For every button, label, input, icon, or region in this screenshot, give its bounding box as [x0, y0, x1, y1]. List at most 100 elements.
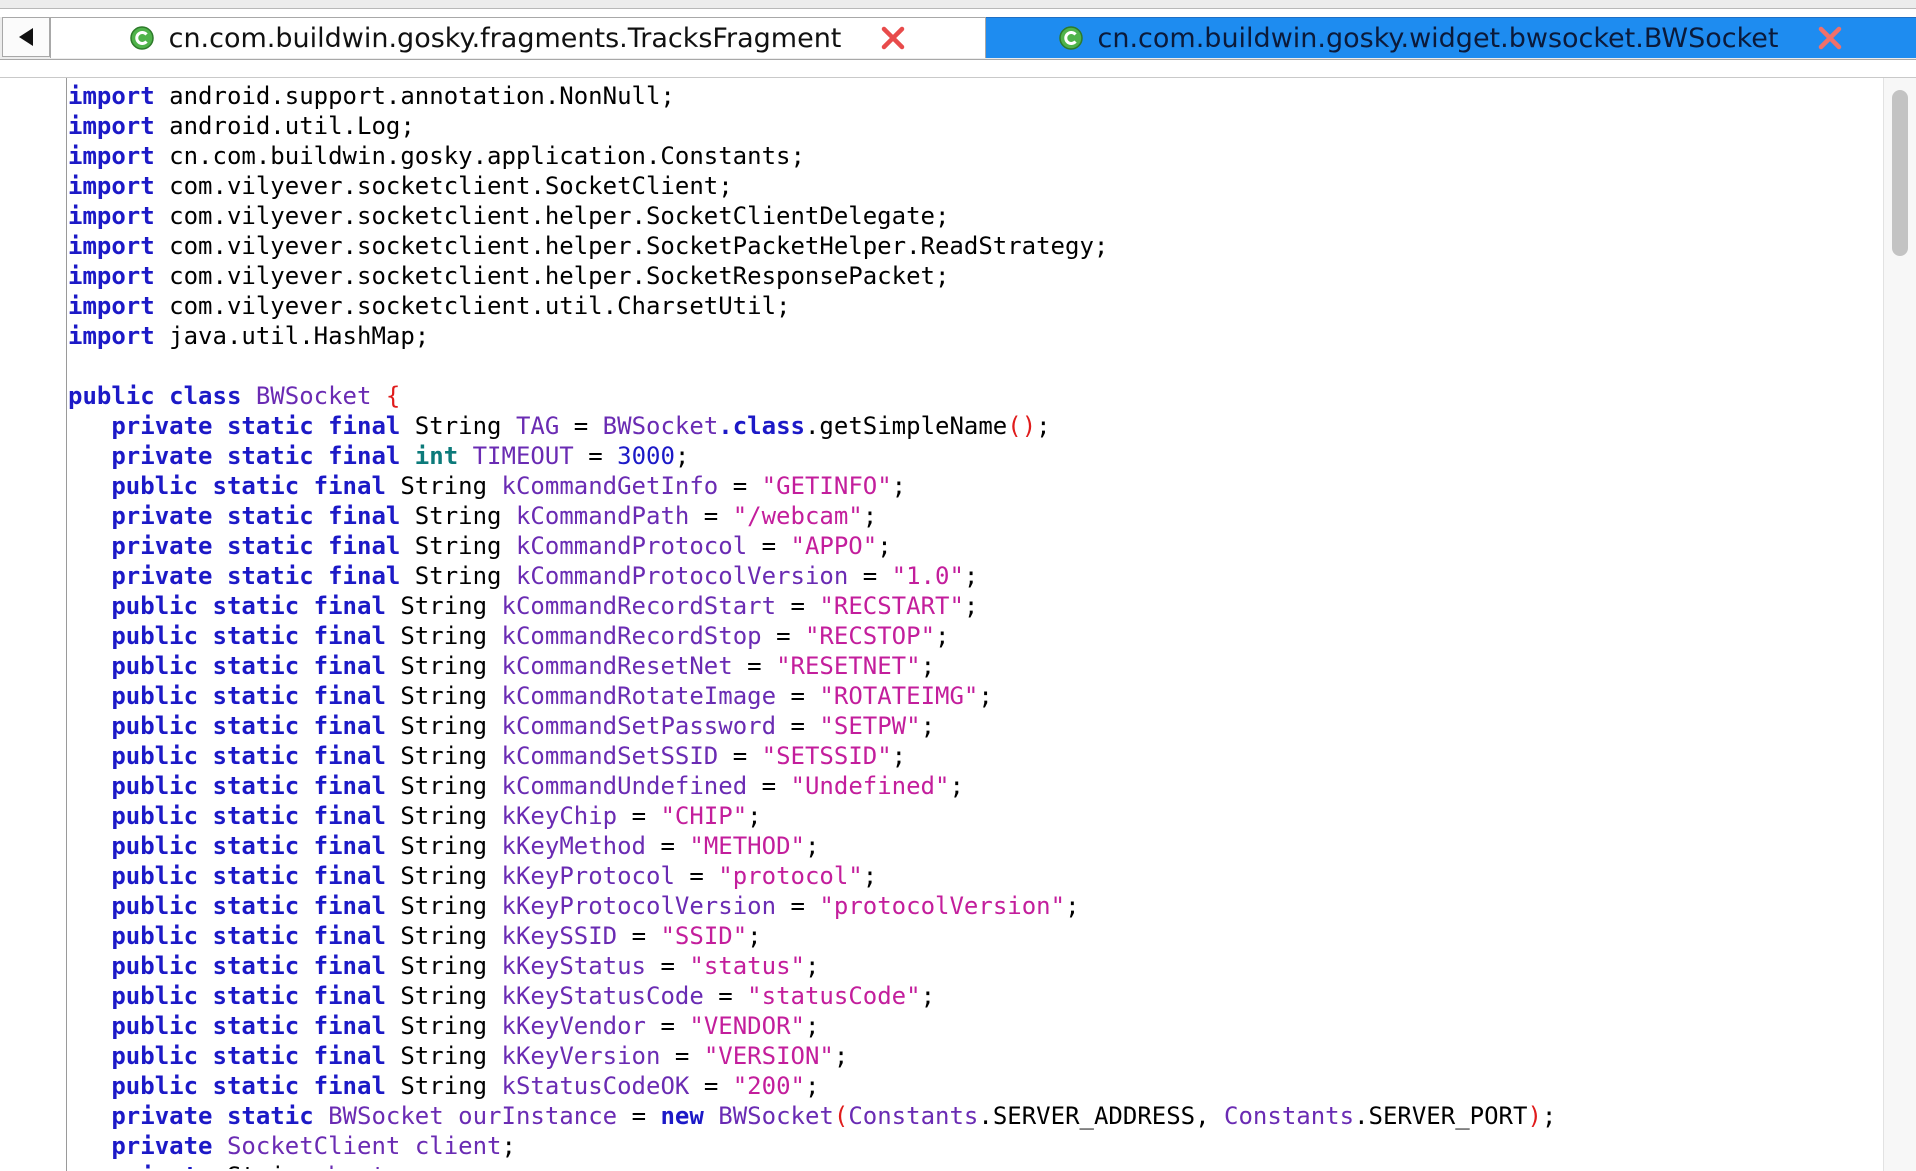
code-token: Constants [1224, 1102, 1355, 1130]
code-area[interactable]: import android.support.annotation.NonNul… [68, 81, 1868, 1169]
tab-bwsocket[interactable]: cn.com.buildwin.gosky.widget.bwsocket.BW… [986, 17, 1916, 58]
code-token: String [400, 712, 488, 740]
code-token: com.vilyever.socketclient.helper.SocketP… [169, 232, 1109, 260]
code-token: String [400, 1072, 488, 1100]
code-token: "APPO" [790, 532, 878, 560]
code-token: "status" [689, 952, 805, 980]
code-token: BWSocket [328, 1102, 444, 1130]
code-token: private static final [111, 502, 401, 530]
code-token: public static final [111, 652, 386, 680]
code-token: String [400, 622, 488, 650]
code-token: () [1007, 412, 1037, 440]
code-token: .SERVER_ADDRESS, [978, 1102, 1210, 1130]
code-token: import [68, 322, 155, 350]
code-token: ; [747, 922, 762, 950]
code-token: "protocolVersion" [819, 892, 1066, 920]
code-token: kKeyVendor [501, 1012, 647, 1040]
code-line: private static final int TIMEOUT = 3000; [68, 441, 1868, 471]
code-token: "VERSION" [703, 1042, 834, 1070]
code-line: import com.vilyever.socketclient.helper.… [68, 261, 1868, 291]
code-token: TAG [515, 412, 560, 440]
code-token: String [400, 742, 488, 770]
code-token: ; [804, 1072, 820, 1100]
code-token: kKeyStatus [501, 952, 647, 980]
code-token: ; [891, 742, 907, 770]
code-line: import android.support.annotation.NonNul… [68, 81, 1868, 111]
code-token: ; [963, 592, 979, 620]
code-line: public static final String kCommandRecor… [68, 591, 1868, 621]
line-gutter[interactable] [0, 78, 67, 1171]
code-token: public static final [111, 742, 386, 770]
code-token: ; [1065, 892, 1080, 920]
code-line: import cn.com.buildwin.gosky.application… [68, 141, 1868, 171]
code-token: public static final [111, 832, 386, 860]
code-line: public static final String kCommandUndef… [68, 771, 1868, 801]
class-icon [1058, 26, 1083, 50]
code-editor[interactable]: import android.support.annotation.NonNul… [0, 77, 1916, 1171]
code-token: String [400, 592, 488, 620]
code-line: import com.vilyever.socketclient.helper.… [68, 201, 1868, 231]
close-icon[interactable] [1816, 24, 1844, 52]
scrollbar-thumb[interactable] [1892, 90, 1908, 256]
code-token: private static final [111, 442, 401, 470]
code-token: ( [833, 1102, 849, 1130]
code-token: kKeyProtocol [501, 862, 675, 890]
code-token: = [790, 682, 805, 710]
code-token: "VENDOR" [689, 1012, 805, 1040]
code-line: public static final String kKeyProtocolV… [68, 891, 1868, 921]
code-token: kCommandRotateImage [501, 682, 777, 710]
code-line: public static final String kKeyStatus = … [68, 951, 1868, 981]
code-token: SocketClient [226, 1132, 401, 1160]
code-token: public static final [111, 982, 386, 1010]
code-token: ; [978, 682, 993, 710]
code-token: new [660, 1102, 704, 1130]
code-token: cn.com.buildwin.gosky.application.Consta… [169, 142, 805, 170]
code-token: "SETPW" [819, 712, 921, 740]
code-token: ; [920, 982, 936, 1010]
close-icon[interactable] [879, 24, 907, 52]
vertical-scrollbar[interactable] [1883, 78, 1916, 1171]
code-token: = [790, 892, 805, 920]
tab-tracks-fragment[interactable]: cn.com.buildwin.gosky.fragments.TracksFr… [50, 17, 986, 58]
code-token: kKeyProtocolVersion [501, 892, 777, 920]
back-button[interactable] [2, 17, 50, 57]
code-token: "SETSSID" [761, 742, 892, 770]
code-token: String [400, 1042, 488, 1070]
code-token: = [718, 982, 733, 1010]
code-line: public static final String kKeySSID = "S… [68, 921, 1868, 951]
code-token: ; [804, 1012, 820, 1040]
code-token: kCommandSetPassword [501, 712, 777, 740]
code-token: = [761, 532, 777, 560]
code-line: public static final String kStatusCodeOK… [68, 1071, 1868, 1101]
code-token: private static final [111, 562, 401, 590]
code-token: ourInstance [458, 1102, 618, 1130]
class-icon [129, 26, 154, 50]
code-token: import [68, 202, 155, 230]
code-line: public static final String kCommandRecor… [68, 621, 1868, 651]
code-token: String [414, 412, 502, 440]
code-line: private static BWSocket ourInstance = ne… [68, 1101, 1868, 1131]
code-token: = [862, 562, 878, 590]
code-line: private static final String kCommandProt… [68, 561, 1868, 591]
code-token: = [660, 1012, 675, 1040]
code-token: public static final [111, 802, 386, 830]
code-token: public static final [111, 712, 386, 740]
code-token: public static final [111, 592, 386, 620]
code-line: public static final String kCommandRotat… [68, 681, 1868, 711]
code-token: ; [674, 442, 690, 470]
